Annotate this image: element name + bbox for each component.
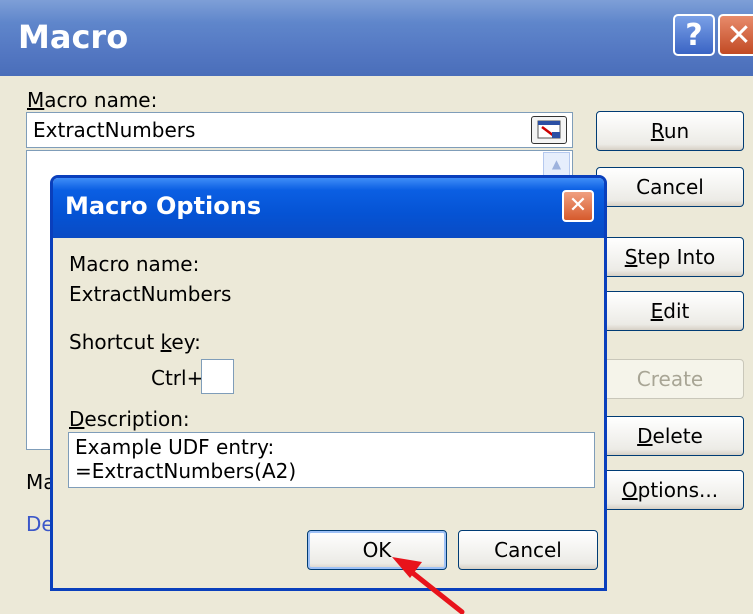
macro-options-title: Macro Options	[65, 192, 262, 220]
ok-button[interactable]: OK	[307, 530, 447, 570]
macro-options-dialog: Macro Options ✕ Macro name: ExtractNumbe…	[50, 175, 607, 591]
options-button[interactable]: Options...	[596, 470, 744, 510]
shortcut-key-input[interactable]	[201, 359, 234, 394]
macro-options-titlebar: Macro Options ✕	[53, 178, 604, 238]
description-input[interactable]: Example UDF entry: =ExtractNumbers(A2)	[68, 432, 595, 488]
delete-button[interactable]: Delete	[596, 416, 744, 456]
macro-dialog-title: Macro	[18, 18, 129, 56]
description-label: Description:	[69, 407, 190, 431]
scroll-up-icon[interactable]: ▲	[543, 152, 570, 176]
macro-titlebar: Macro	[0, 0, 753, 76]
refedit-icon[interactable]	[531, 116, 567, 144]
shortcut-key-label: Shortcut key:	[69, 330, 201, 354]
options-cancel-button[interactable]: Cancel	[458, 530, 598, 570]
help-icon[interactable]: ?	[673, 14, 715, 56]
options-macro-name-label: Macro name:	[69, 252, 200, 276]
refedit-glyph	[537, 120, 561, 139]
step-into-button[interactable]: Step Into	[596, 237, 744, 277]
cancel-button[interactable]: Cancel	[596, 167, 744, 207]
edit-button[interactable]: Edit	[596, 291, 744, 331]
run-button[interactable]: Run	[596, 111, 744, 151]
close-icon[interactable]: ✕	[562, 190, 594, 222]
macro-name-input[interactable]: ExtractNumbers	[26, 112, 573, 148]
create-button[interactable]: Create	[596, 359, 744, 399]
close-icon[interactable]: ✕	[718, 14, 753, 56]
macro-name-label: Macro name:	[27, 88, 158, 112]
ctrl-label: Ctrl+	[151, 366, 204, 390]
options-macro-name-value: ExtractNumbers	[69, 282, 232, 306]
